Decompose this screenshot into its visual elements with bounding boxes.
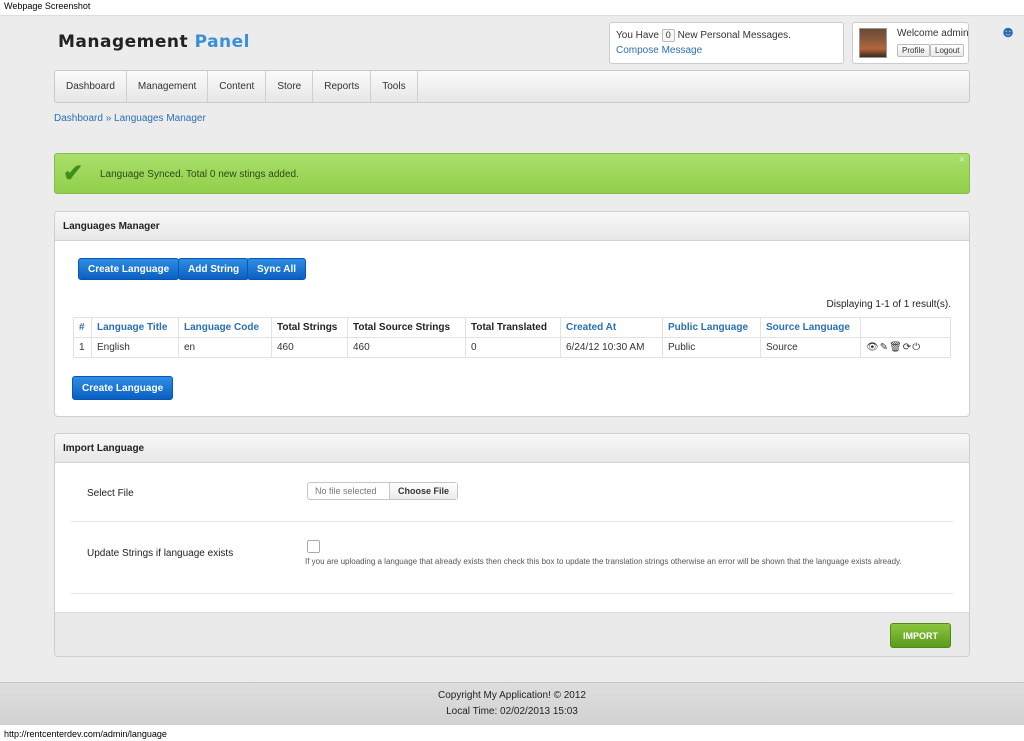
page-footer: Copyright My Application! © 2012 Local T…	[0, 682, 1024, 725]
nav-store[interactable]: Store	[266, 71, 314, 102]
divider	[71, 593, 953, 594]
window-title: Webpage Screenshot	[4, 1, 91, 11]
breadcrumb-home-link[interactable]: Dashboard	[54, 113, 103, 124]
col-total-translated: Total Translated	[465, 317, 561, 338]
copyright-text: Copyright My Application! © 2012	[437, 690, 586, 701]
col-actions	[860, 317, 951, 338]
import-button[interactable]: IMPORT	[890, 623, 951, 648]
col-source-language[interactable]: Source Language	[760, 317, 861, 338]
update-strings-help: If you are uploading a language that alr…	[305, 557, 902, 566]
welcome-text: Welcome admin	[897, 28, 969, 39]
mascot-icon: ☻	[999, 24, 1017, 41]
close-icon[interactable]: ×	[959, 154, 965, 166]
file-input-status: No file selected	[308, 483, 390, 499]
choose-file-button[interactable]: Choose File	[390, 483, 457, 499]
col-language-title[interactable]: Language Title	[91, 317, 179, 338]
cell-language-code: en	[178, 337, 272, 358]
nav-content[interactable]: Content	[208, 71, 267, 102]
avatar[interactable]	[859, 28, 887, 58]
create-language-button-bottom[interactable]: Create Language	[72, 376, 174, 400]
nav-tools[interactable]: Tools	[371, 71, 418, 102]
add-string-button[interactable]: Add String	[178, 258, 250, 280]
cell-public-language: Public	[662, 337, 761, 358]
logo-text-accent: Panel	[194, 32, 250, 52]
update-strings-label: Update Strings if language exists	[87, 548, 234, 559]
user-box: Welcome admin Profile Logout	[852, 22, 969, 64]
col-public-language[interactable]: Public Language	[662, 317, 761, 338]
success-alert: ✔ Language Synced. Total 0 new stings ad…	[54, 153, 970, 194]
col-index[interactable]: #	[73, 317, 92, 338]
languages-manager-panel: Languages Manager Create Language Add St…	[54, 211, 970, 417]
alert-message: Language Synced. Total 0 new stings adde…	[100, 169, 299, 180]
table-row: 1 English en 460 460 0 6/24/12 10:30 AM …	[73, 337, 951, 358]
sync-all-button[interactable]: Sync All	[247, 258, 307, 280]
col-total-source-strings: Total Source Strings	[347, 317, 466, 338]
view-icon[interactable]: 👁	[866, 342, 880, 353]
cell-total-source-strings: 460	[347, 337, 466, 358]
col-total-strings: Total Strings	[271, 317, 348, 338]
power-icon[interactable]: ⏻	[912, 342, 921, 353]
sync-icon[interactable]: ⟳	[903, 342, 912, 353]
file-input[interactable]: No file selected Choose File	[307, 482, 458, 500]
cell-language-title: English	[91, 337, 179, 358]
nav-management[interactable]: Management	[127, 71, 209, 102]
result-summary: Displaying 1-1 of 1 result(s).	[826, 299, 952, 310]
window-title-bar: Webpage Screenshot	[0, 0, 1024, 16]
update-strings-checkbox[interactable]	[307, 540, 320, 553]
table-header-row: # Language Title Language Code Total Str…	[73, 317, 951, 338]
divider	[71, 521, 953, 522]
cell-source-language: Source	[760, 337, 861, 358]
profile-button[interactable]: Profile	[897, 44, 930, 57]
breadcrumb: Dashboard » Languages Manager	[54, 113, 206, 124]
import-language-panel: Import Language Select File No file sele…	[54, 433, 970, 657]
cell-total-strings: 460	[271, 337, 348, 358]
logout-button[interactable]: Logout	[930, 44, 965, 57]
cell-created-at: 6/24/12 10:30 AM	[560, 337, 663, 358]
cell-index: 1	[73, 337, 92, 358]
select-file-label: Select File	[87, 488, 134, 499]
messages-box: You Have 0 New Personal Messages. Compos…	[609, 22, 844, 64]
panel-footer: IMPORT	[55, 612, 969, 656]
languages-table: # Language Title Language Code Total Str…	[73, 317, 951, 358]
col-created-at[interactable]: Created At	[560, 317, 663, 338]
breadcrumb-separator: »	[102, 113, 115, 124]
status-url: http://rentcenterdev.com/admin/language	[4, 729, 167, 739]
messages-count-badge: 0	[661, 29, 675, 42]
main-nav: Dashboard Management Content Store Repor…	[54, 70, 970, 103]
breadcrumb-current: Languages Manager	[114, 113, 206, 124]
logo-text-main: Management	[58, 32, 195, 52]
checkmark-icon: ✔	[63, 160, 84, 187]
browser-status-bar: http://rentcenterdev.com/admin/language	[0, 725, 1024, 741]
create-language-button[interactable]: Create Language	[78, 258, 180, 280]
nav-reports[interactable]: Reports	[313, 71, 372, 102]
panel-title: Import Language	[55, 434, 969, 463]
nav-dashboard[interactable]: Dashboard	[55, 71, 127, 102]
messages-prefix: You Have	[616, 30, 659, 41]
col-language-code[interactable]: Language Code	[178, 317, 272, 338]
panel-title: Languages Manager	[55, 212, 969, 241]
cell-actions: 👁✎🗑⟳⏻	[860, 337, 951, 358]
local-time-text: Local Time: 02/02/2013 15:03	[446, 706, 578, 717]
cell-total-translated: 0	[465, 337, 561, 358]
app-logo[interactable]: Management Panel	[58, 32, 250, 52]
compose-message-link[interactable]: Compose Message	[616, 45, 702, 56]
messages-suffix: New Personal Messages.	[677, 30, 791, 41]
delete-icon[interactable]: 🗑	[889, 342, 903, 353]
edit-icon[interactable]: ✎	[880, 342, 889, 353]
